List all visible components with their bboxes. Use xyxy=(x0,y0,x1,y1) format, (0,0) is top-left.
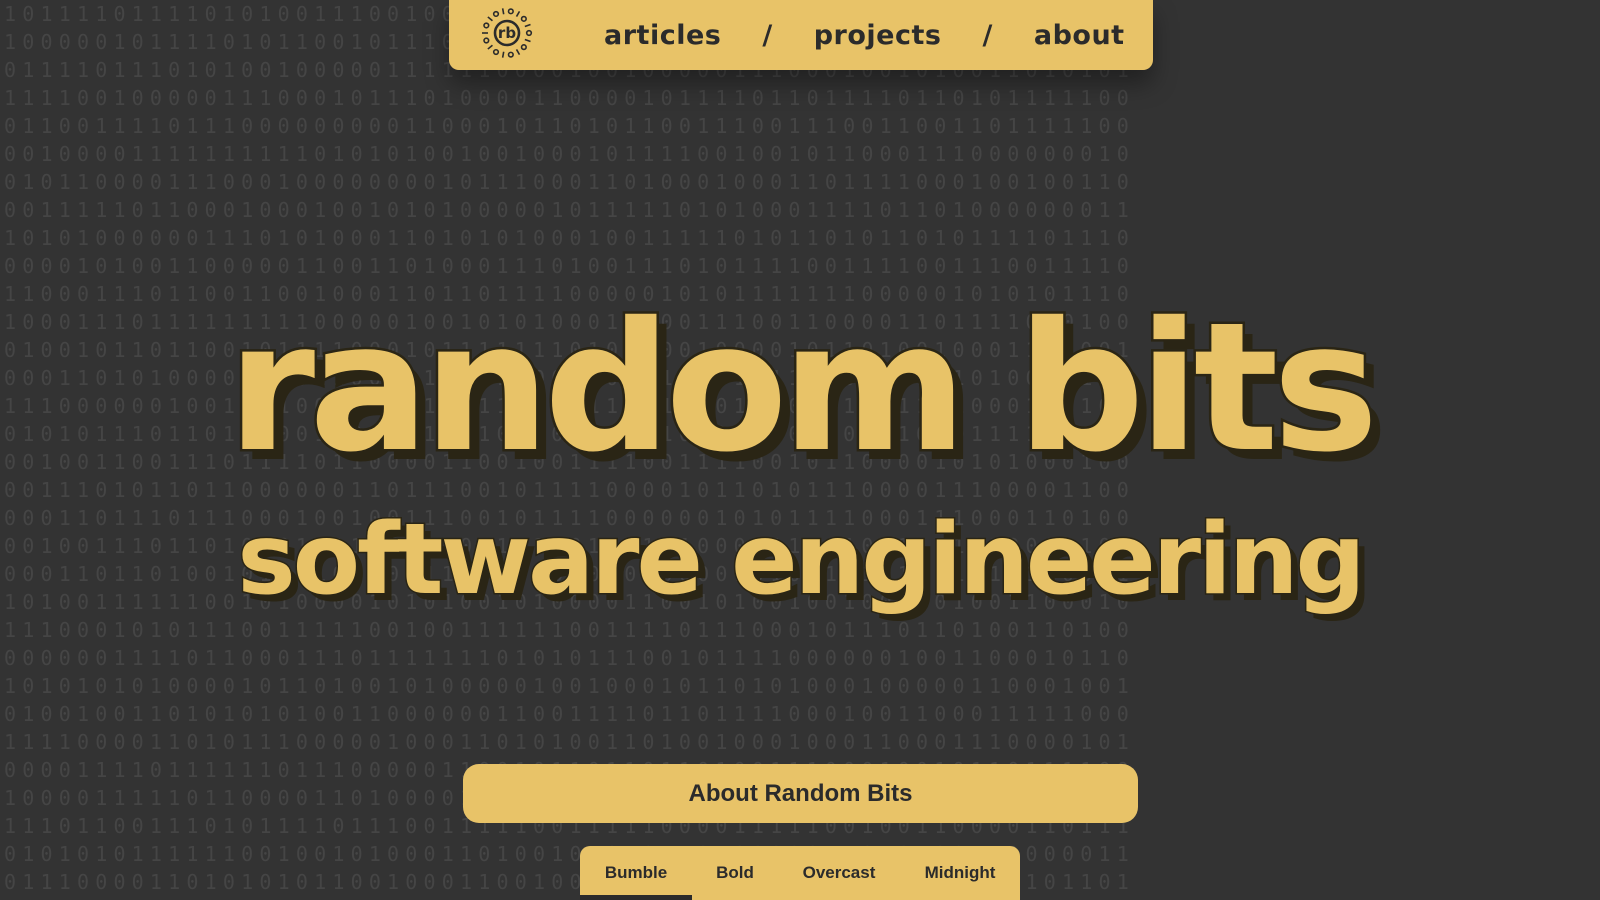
theme-tab-bumble[interactable]: Bumble xyxy=(580,846,692,900)
nav-links: articles / projects / about xyxy=(604,0,1125,70)
nav-separator: / xyxy=(762,19,773,51)
nav-separator: / xyxy=(982,19,993,51)
logo-text: rb xyxy=(498,24,516,42)
top-navigation-bar: rb articles / projects / about xyxy=(449,0,1153,70)
hero-title: random bits xyxy=(225,284,1381,491)
theme-tab-midnight[interactable]: Midnight xyxy=(900,846,1020,900)
nav-link-about[interactable]: about xyxy=(1034,20,1125,51)
rb-logo-icon[interactable]: rb xyxy=(479,5,535,61)
nav-link-articles[interactable]: articles xyxy=(604,20,721,51)
theme-switcher-tabs: Bumble Bold Overcast Midnight xyxy=(580,846,1020,900)
about-random-bits-button[interactable]: About Random Bits xyxy=(463,764,1138,823)
theme-tab-bold[interactable]: Bold xyxy=(692,846,778,900)
nav-link-projects[interactable]: projects xyxy=(814,20,942,51)
theme-tab-overcast[interactable]: Overcast xyxy=(778,846,900,900)
hero-subtitle: software engineering xyxy=(236,502,1367,619)
